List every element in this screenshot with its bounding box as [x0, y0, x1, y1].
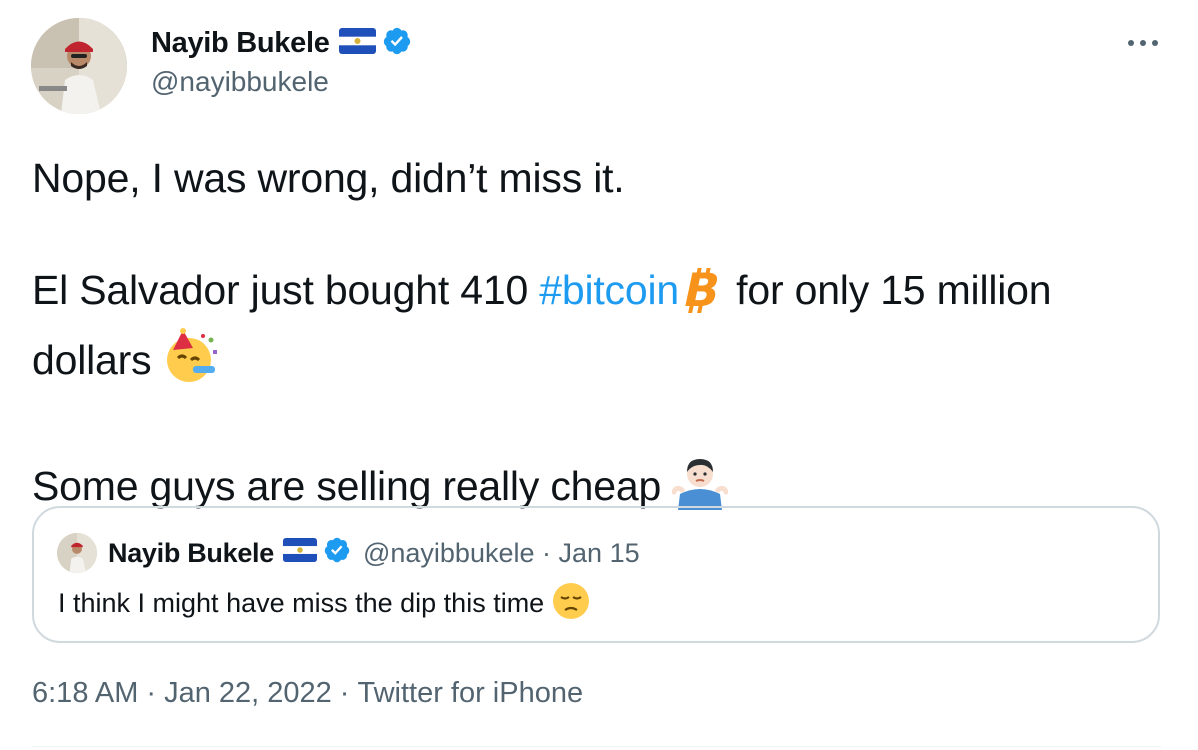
separator: ·: [146, 677, 157, 709]
tweet-meta: 6:18 AM · Jan 22, 2022 · Twitter for iPh…: [32, 677, 583, 710]
party-face-icon: [163, 328, 219, 398]
quoted-author-name: Nayib Bukele: [108, 537, 274, 568]
bitcoin-icon: B: [679, 262, 725, 328]
quoted-tweet-card[interactable]: Nayib Bukele @nayibbukele · Jan 15 I thi…: [32, 506, 1160, 643]
author-handle[interactable]: @nayibbukele: [151, 66, 412, 98]
quoted-author-avatar[interactable]: [57, 533, 97, 573]
quoted-tweet-meta: @nayibbukele · Jan 15: [363, 538, 640, 569]
tweet-text-segment: El Salvador just bought 410: [32, 267, 540, 313]
quoted-tweet-text: I think I might have miss the dip this t…: [58, 582, 590, 631]
avatar-image: [31, 18, 127, 114]
quoted-author-handle: @nayibbukele: [362, 537, 535, 568]
more-dots-icon: [1128, 40, 1158, 46]
tweet-text-segment: Some guys are selling really cheap: [32, 463, 662, 509]
separator: ·: [542, 537, 552, 568]
tweet-time[interactable]: 6:18 AM: [32, 677, 138, 710]
tweet-date[interactable]: Jan 22, 2022: [164, 677, 332, 710]
hashtag-link[interactable]: #bitcoin: [539, 267, 679, 313]
verified-badge-icon: [323, 536, 351, 571]
author-name-row: Nayib Bukele: [151, 24, 412, 62]
quoted-tweet-header: Nayib Bukele @nayibbukele · Jan 15: [108, 534, 640, 572]
tweet-source[interactable]: Twitter for iPhone: [357, 677, 583, 710]
verified-badge-icon: [382, 26, 412, 61]
quoted-tweet-text-segment: I think I might have miss the dip this t…: [58, 588, 545, 618]
divider: [32, 746, 1161, 747]
el-salvador-flag-icon: [338, 27, 376, 59]
tweet-line-2: El Salvador just bought 410 #bitcoin B fo…: [32, 262, 1152, 398]
tweet-text: Nope, I was wrong, didn’t miss it. El Sa…: [32, 150, 1152, 524]
tweet-line-1: Nope, I was wrong, didn’t miss it.: [32, 155, 625, 201]
author-name[interactable]: Nayib Bukele: [151, 27, 330, 60]
el-salvador-flag-icon: [282, 537, 317, 569]
more-options-button[interactable]: [1125, 30, 1161, 56]
author-info: Nayib Bukele @nayibbukele: [151, 24, 412, 98]
separator: ·: [339, 677, 350, 709]
pensive-face-icon: [552, 582, 590, 631]
quoted-tweet-date: Jan 15: [558, 537, 640, 568]
avatar-image: [57, 533, 97, 573]
author-avatar[interactable]: [31, 18, 127, 114]
